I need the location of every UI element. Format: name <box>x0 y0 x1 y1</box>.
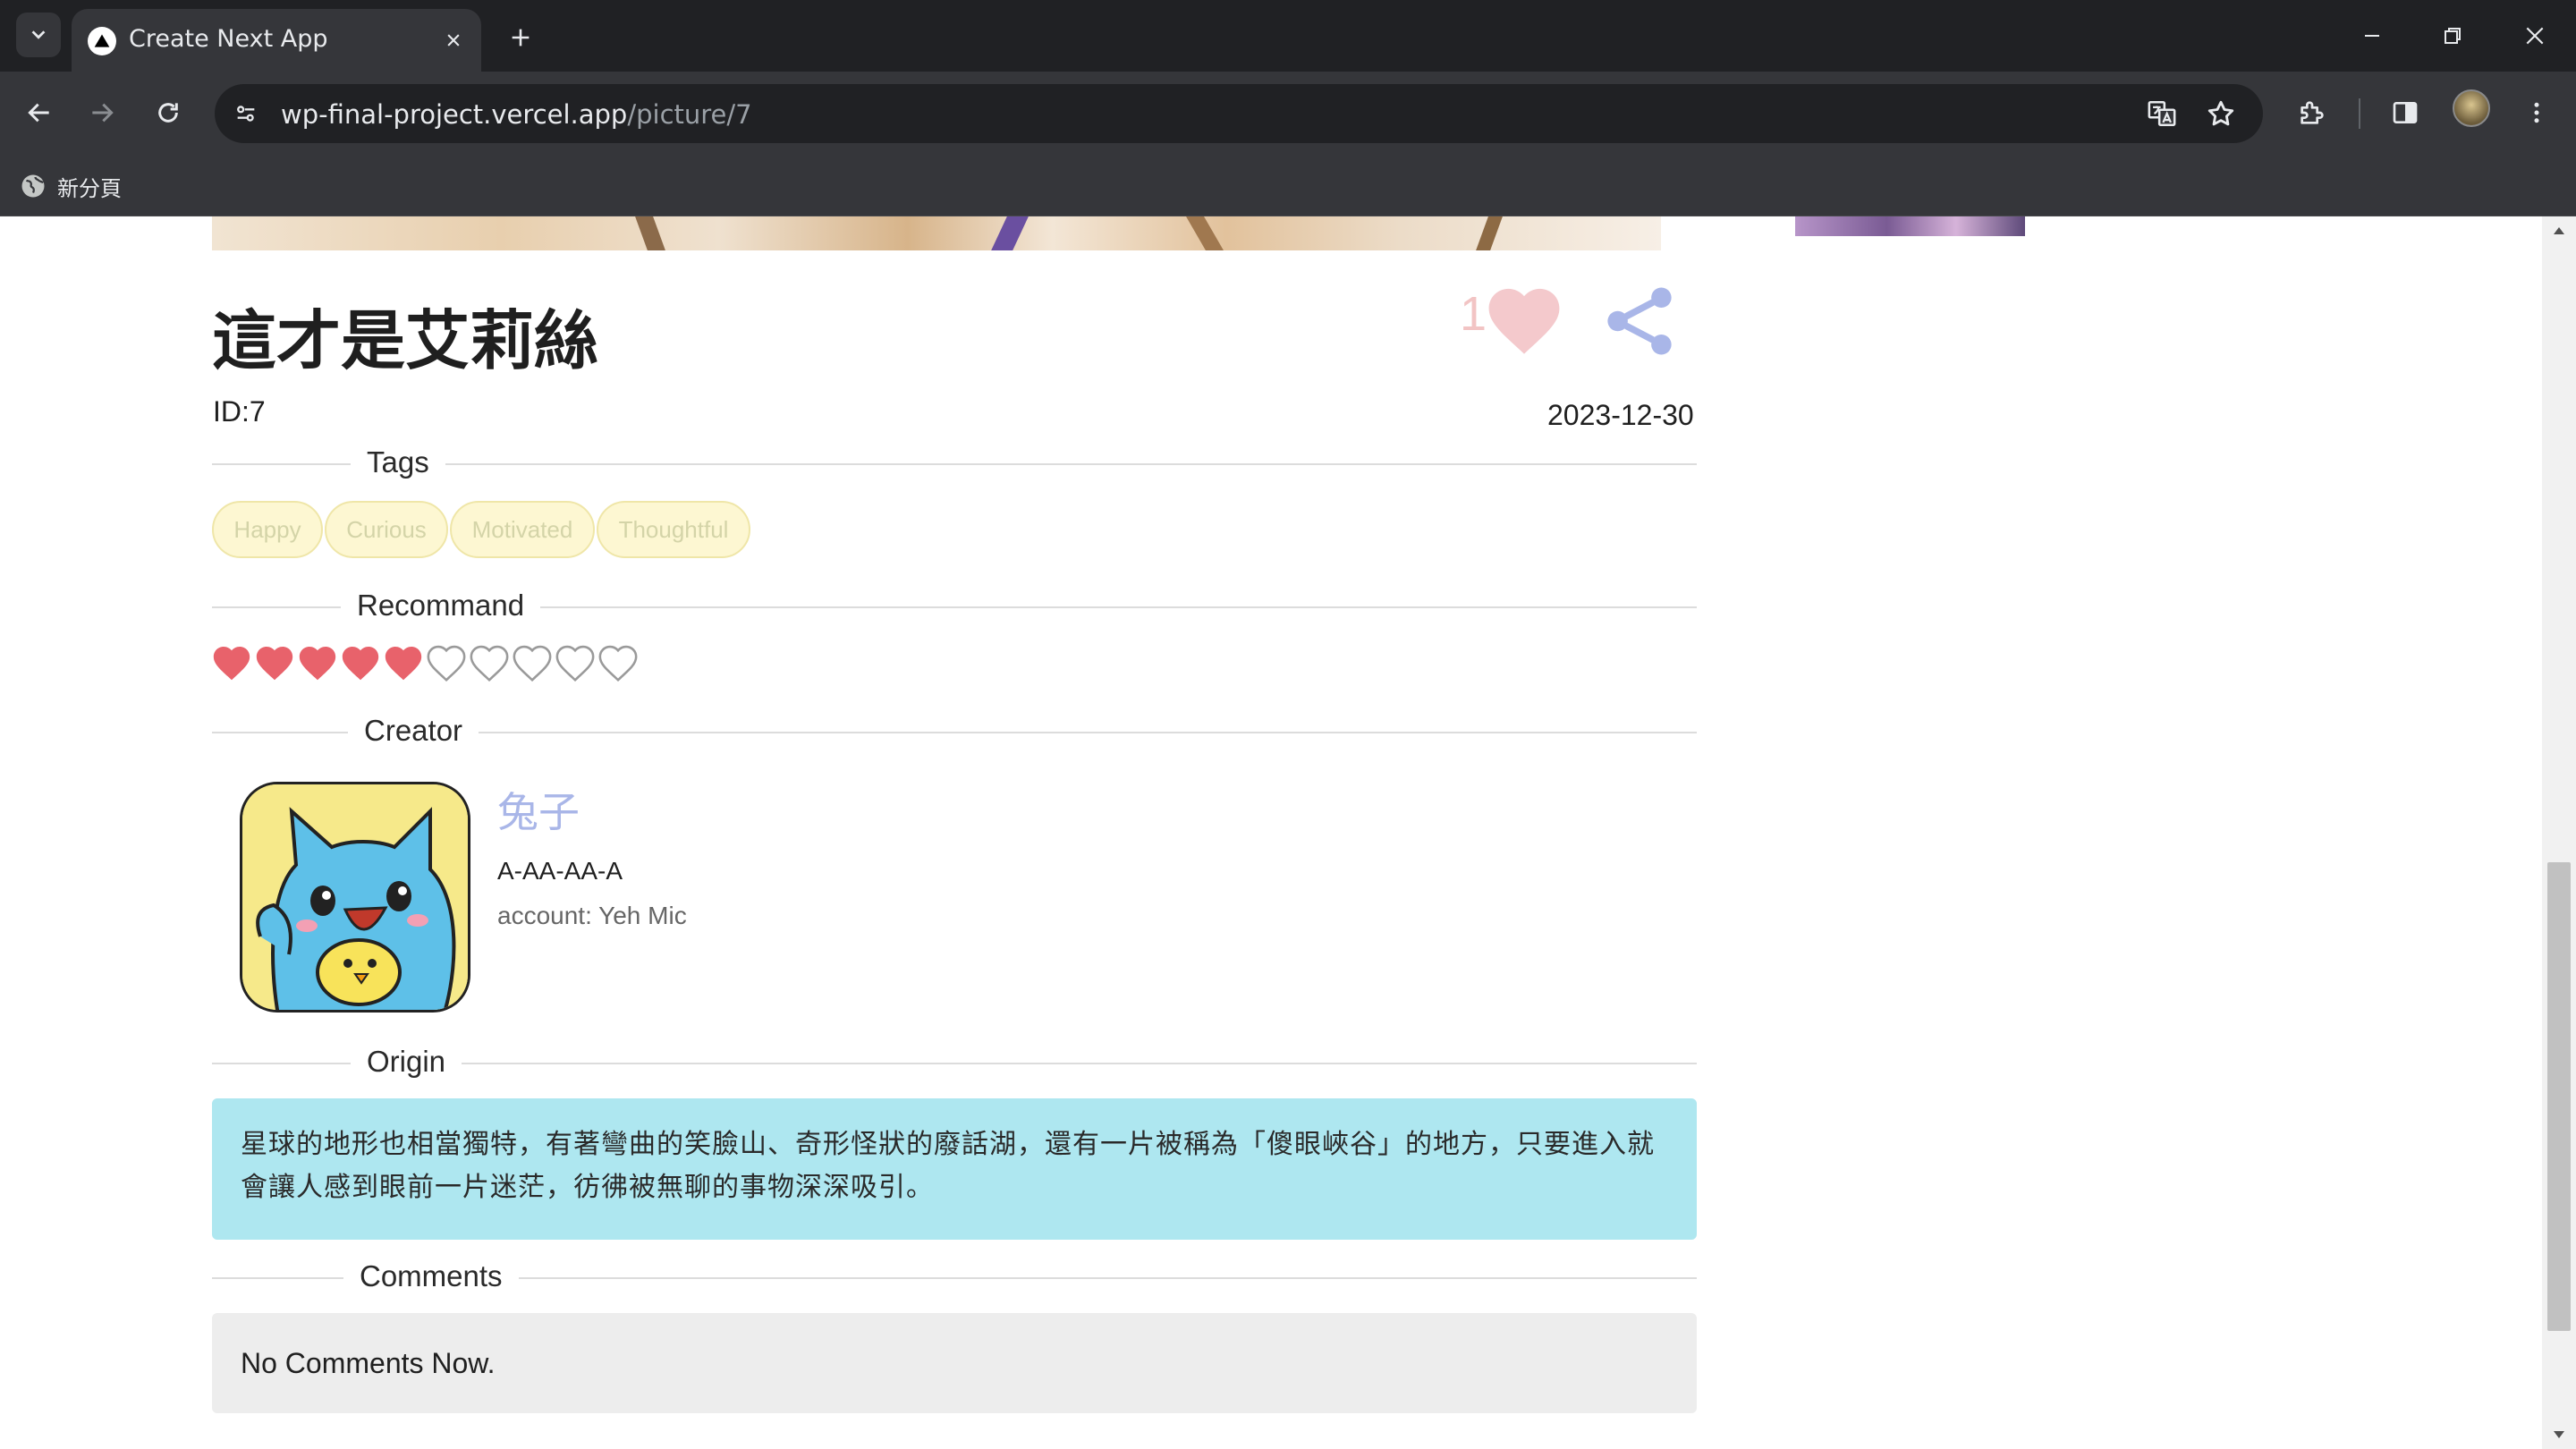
new-tab-button[interactable] <box>501 18 540 57</box>
star-icon <box>2207 100 2234 126</box>
tag-chip[interactable]: Thoughtful <box>597 501 750 558</box>
close-window-button[interactable] <box>2508 13 2562 59</box>
bookmarks-bar: 新分頁 <box>0 154 2576 216</box>
like-heart-icon[interactable] <box>1486 284 1563 356</box>
creator-account: account: Yeh Mic <box>497 902 687 929</box>
side-thumbnail-image[interactable] <box>1795 216 2025 236</box>
tab-close-button[interactable] <box>438 25 469 55</box>
arrow-right-icon <box>92 103 114 123</box>
picture-id: ID:7 <box>213 395 266 428</box>
tab-search-button[interactable] <box>16 13 61 57</box>
creator-avatar[interactable] <box>240 782 470 1013</box>
picture-image <box>212 216 1661 250</box>
minimize-button[interactable] <box>2345 13 2399 59</box>
heart-filled-icon[interactable] <box>255 644 294 682</box>
nextjs-favicon-icon <box>88 27 116 55</box>
heart-filled-icon[interactable] <box>298 644 337 682</box>
triangle-down-icon <box>2554 1431 2564 1438</box>
translate-icon <box>2148 100 2176 127</box>
address-bar[interactable]: wp-final-project.vercel.app/picture/7 <box>215 84 2263 143</box>
browser-menu-button[interactable] <box>2515 91 2558 134</box>
recommand-heading: Recommand <box>341 589 541 623</box>
restore-icon <box>2445 28 2461 44</box>
tag-chip[interactable]: Happy <box>212 501 323 558</box>
side-panel-icon <box>2393 102 2418 123</box>
triangle-up-icon <box>2554 227 2564 234</box>
chevron-down-icon <box>31 30 46 39</box>
picture-date: 2023-12-30 <box>1547 399 1694 431</box>
profile-avatar[interactable] <box>2453 89 2490 127</box>
side-panel-button[interactable] <box>2384 91 2427 134</box>
globe-icon <box>21 174 45 198</box>
cat-mascot-icon <box>242 784 468 1010</box>
bookmark-new-tab[interactable]: 新分頁 <box>20 166 122 206</box>
share-icon[interactable] <box>1599 281 1680 361</box>
creator-heading: Creator <box>348 714 479 748</box>
reload-button[interactable] <box>147 91 190 134</box>
browser-tab-active[interactable]: Create Next App <box>72 9 481 72</box>
tune-icon <box>237 106 255 122</box>
page-viewport: 這才是艾莉絲 1 ID:7 2023-12-30 Tags Happy Curi… <box>0 216 2576 1449</box>
comments-heading: Comments <box>343 1259 519 1293</box>
puzzle-icon <box>2301 101 2324 124</box>
close-icon <box>447 34 460 47</box>
toolbar-divider <box>2359 98 2360 129</box>
back-button[interactable] <box>18 91 61 134</box>
tab-title: Create Next App <box>129 25 328 53</box>
bookmark-star-button[interactable] <box>2202 95 2240 132</box>
comments-empty: No Comments Now. <box>212 1313 1697 1413</box>
heart-outline-icon[interactable] <box>555 644 595 682</box>
picture-title: 這才是艾莉絲 <box>212 303 599 378</box>
site-info-button[interactable] <box>225 93 267 134</box>
heart-filled-icon[interactable] <box>341 644 380 682</box>
plus-icon <box>512 29 530 47</box>
origin-text: 星球的地形也相當獨特，有著彎曲的笑臉山、奇形怪狀的廢話湖，還有一片被稱為「傻眼峽… <box>212 1098 1697 1240</box>
more-vertical-icon <box>2534 102 2539 123</box>
heart-outline-icon[interactable] <box>513 644 552 682</box>
translate-button[interactable] <box>2143 95 2181 132</box>
creator-name-link[interactable]: 兔子 <box>497 780 580 839</box>
origin-heading: Origin <box>351 1045 462 1079</box>
heart-outline-icon[interactable] <box>470 644 509 682</box>
browser-tab-strip: Create Next App <box>0 0 2576 72</box>
browser-toolbar: wp-final-project.vercel.app/picture/7 <box>0 72 2576 154</box>
arrow-left-icon <box>28 103 49 123</box>
creator-subtitle: A-AA-AA-A <box>497 857 623 885</box>
scroll-up-button[interactable] <box>2550 222 2568 240</box>
heart-outline-icon[interactable] <box>598 644 638 682</box>
heart-outline-icon[interactable] <box>427 644 466 682</box>
forward-button[interactable] <box>80 91 123 134</box>
heart-filled-icon[interactable] <box>384 644 423 682</box>
scrollbar-thumb[interactable] <box>2547 862 2571 1331</box>
extensions-button[interactable] <box>2291 91 2334 134</box>
restore-button[interactable] <box>2426 13 2479 59</box>
minimize-icon <box>2365 35 2379 37</box>
close-icon <box>2526 27 2544 45</box>
heart-filled-icon[interactable] <box>212 644 251 682</box>
tag-chip[interactable]: Motivated <box>450 501 595 558</box>
tag-chip[interactable]: Curious <box>325 501 448 558</box>
tags-heading: Tags <box>351 445 445 479</box>
like-count: 1 <box>1460 287 1487 341</box>
reload-icon <box>158 103 178 123</box>
url-text[interactable]: wp-final-project.vercel.app/picture/7 <box>281 99 752 130</box>
scroll-down-button[interactable] <box>2550 1426 2568 1444</box>
